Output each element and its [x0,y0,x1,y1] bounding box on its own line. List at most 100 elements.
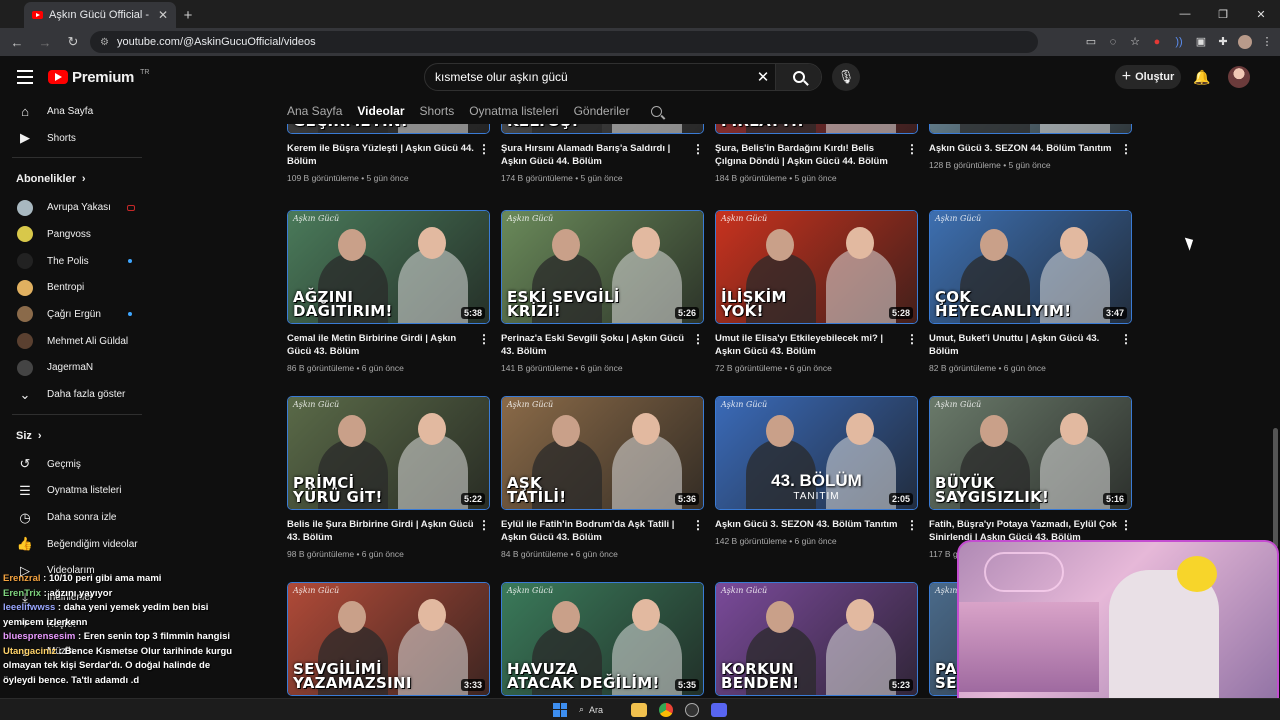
video-thumbnail[interactable]: Aşkın Gücü PRİMCİ YÜRÜ GİT! 5:22 [287,396,490,510]
more-options-icon[interactable]: ⋮ [906,332,918,346]
sidebar-item[interactable]: ▶ Shorts [0,125,154,152]
video-thumbnail[interactable]: Aşkın Gücü HAVUZA ATACAK DEĞİLİM! 5:35 [501,582,704,696]
bookmark-star-icon[interactable]: ☆ [1128,35,1142,49]
video-thumbnail[interactable]: Aşkın GücüFIRLATTI! [715,124,918,134]
browser-tab[interactable]: Aşkın Gücü Official - YouTube ✕ [24,2,176,28]
channel-search-icon[interactable] [650,105,662,117]
video-card[interactable]: Aşkın Gücü ÇOK HEYECANLIYIM! 3:47 Umut, Buk… [929,210,1132,373]
youtube-logo[interactable]: Premium TR [48,69,149,86]
sidebar-channel[interactable]: Bentropi [0,274,154,301]
menu-icon[interactable] [17,70,33,84]
video-title[interactable]: Aşkın Gücü 3. SEZON 43. Bölüm Tanıtım [715,518,904,531]
video-card[interactable]: Aşkın Gücü İLİŞKİM YOK! 5:28 Umut ile Elisa… [715,210,918,373]
tab-ana-sayfa[interactable]: Ana Sayfa [287,104,342,118]
video-card[interactable]: Aşkın Gücü BÜYÜK SAYGISIZLIK! 5:16 Fatih, B… [929,396,1132,559]
obs-icon[interactable] [685,702,699,717]
video-thumbnail[interactable]: Aşkın Gücü KORKUN BENDEN! 5:23 [715,582,918,696]
video-card[interactable]: Aşkın Gücü PRİMCİ YÜRÜ GİT! 5:22 Belis ile … [287,396,490,559]
back-button[interactable]: ← [6,35,28,50]
restore-button[interactable]: ❐ [1204,8,1242,21]
more-options-icon[interactable]: ⋮ [906,518,918,532]
sidebar-channel[interactable]: JagermaN [0,355,154,382]
taskbar-search[interactable]: ⌕ Ara [579,704,619,715]
tab-gönderiler[interactable]: Gönderiler [574,104,630,118]
more-options-icon[interactable]: ⋮ [1120,518,1132,532]
sidebar-channel[interactable]: Çağrı Ergün [0,301,154,328]
you-header[interactable]: Siz › [0,421,154,451]
minimize-button[interactable]: — [1166,8,1204,20]
more-options-icon[interactable]: ⋮ [906,142,918,156]
sidebar-item[interactable]: 👍 Beğendiğim videolar [0,531,154,558]
clear-search-icon[interactable]: ✕ [751,68,775,86]
file-explorer-icon[interactable] [631,702,647,717]
more-options-icon[interactable]: ⋮ [692,518,704,532]
sidebar-item[interactable]: ◷ Daha sonra izle [0,504,154,531]
tab-close-icon[interactable]: ✕ [158,8,168,22]
subscriptions-header[interactable]: Abonelikler › [0,164,154,194]
more-options-icon[interactable]: ⋮ [478,518,490,532]
account-avatar[interactable] [1228,66,1250,88]
more-options-icon[interactable]: ⋮ [478,142,490,156]
reload-button[interactable]: ↻ [62,34,84,50]
close-window-button[interactable]: ✕ [1242,8,1280,21]
extension-sound-icon[interactable]: )) [1172,35,1186,49]
forward-button[interactable]: → [34,35,56,50]
more-options-icon[interactable]: ⋮ [478,332,490,346]
cast-icon[interactable]: ▭ [1084,35,1098,49]
video-thumbnail[interactable]: Aşkın Gücü AŞK TATİLİ! 5:36 [501,396,704,510]
tab-videolar[interactable]: Videolar [357,104,404,118]
tab-shorts[interactable]: Shorts [420,104,455,118]
video-card[interactable]: Aşkın Gücü HAVUZA ATACAK DEĞİLİM! 5:35 [501,582,704,696]
site-info-icon[interactable]: ⚙ [100,37,109,48]
sidebar-item[interactable]: ☰ Oynatma listeleri [0,478,154,505]
video-thumbnail[interactable]: Aşkın Gücü İLİŞKİM YOK! 5:28 [715,210,918,324]
extensions-puzzle-icon[interactable]: ✚ [1216,35,1230,49]
discord-icon[interactable] [711,702,727,717]
video-card[interactable]: Aşkın GücüGEÇİRMEYİN! Kerem ile Büşra Yüz… [287,124,490,183]
video-card[interactable]: Aşkın Gücü AĞZINI DAĞITIRIM! 5:38 Cemal ile… [287,210,490,373]
sidebar-channel[interactable]: The Polis [0,248,154,275]
start-windows-icon[interactable] [553,702,567,717]
video-card[interactable]: Aşkın GücüFIRLATTI! Şura, Belis'in Bardağ… [715,124,918,183]
sidebar-channel[interactable]: Avrupa Yakası [0,194,154,221]
video-thumbnail[interactable]: Aşkın Gücü SEVGİLİMİ YAZAMAZSINI 3:33 [287,582,490,696]
video-title[interactable]: Perinaz'a Eski Sevgili Şoku | Aşkın Gücü… [501,332,690,358]
eye-off-icon[interactable]: ◌ [1106,35,1120,49]
more-options-icon[interactable]: ⋮ [1120,142,1132,156]
video-title[interactable]: Şura, Belis'in Bardağını Kırdı! Belis Çı… [715,142,904,168]
search-input[interactable]: kısmetse olur aşkın gücü [425,70,751,84]
new-tab-button[interactable]: + [176,2,200,28]
video-card[interactable]: Aşkın Gücü Aşkın Gücü 3. SEZON 44. Bölüm … [929,124,1132,170]
video-title[interactable]: Eylül ile Fatih'in Bodrum'da Aşk Tatili … [501,518,690,544]
create-button[interactable]: + Oluştur [1115,65,1181,89]
more-options-icon[interactable]: ⋮ [692,332,704,346]
extension-box-icon[interactable]: ▣ [1194,35,1208,49]
video-title[interactable]: Umut, Buket'i Unuttu | Aşkın Gücü 43. Bö… [929,332,1118,358]
tab-oynatma-listeleri[interactable]: Oynatma listeleri [469,104,558,118]
show-more-button[interactable]: ⌄ Daha fazla göster [0,381,154,408]
video-card[interactable]: Aşkın Gücü SEVGİLİMİ YAZAMAZSINI 3:33 [287,582,490,696]
more-options-icon[interactable]: ⋮ [1120,332,1132,346]
video-card[interactable]: Aşkın Gücü AŞK TATİLİ! 5:36 Eylül ile Fatih… [501,396,704,559]
video-card[interactable]: Aşkın Gücü KORKUN BENDEN! 5:23 [715,582,918,696]
extension-red-icon[interactable]: ● [1150,35,1164,49]
video-thumbnail[interactable]: Aşkın Gücü ESKİ SEVGİLİ KRİZİ! 5:26 [501,210,704,324]
video-title[interactable]: Belis ile Şura Birbirine Girdi | Aşkın G… [287,518,476,544]
voice-search-icon[interactable]: 🎙 [832,63,860,91]
address-bar[interactable]: ⚙ youtube.com/@AskinGucuOfficial/videos [90,31,1038,53]
browser-menu-icon[interactable]: ⋮ [1260,35,1274,49]
search-button[interactable] [775,64,821,90]
video-title[interactable]: Şura Hırsını Alamadı Barış'a Saldırdı | … [501,142,690,168]
video-thumbnail[interactable]: Aşkın Gücü 43. BÖLÜM TANITIM 2:05 [715,396,918,510]
video-card[interactable]: Aşkın Gücü 43. BÖLÜM TANITIM 2:05 Aşkın Gücü… [715,396,918,546]
video-thumbnail[interactable]: Aşkın Gücü BÜYÜK SAYGISIZLIK! 5:16 [929,396,1132,510]
profile-icon[interactable] [1238,35,1252,49]
notifications-bell-icon[interactable]: 🔔 [1193,69,1210,86]
video-thumbnail[interactable]: Aşkın GücüGEÇİRMEYİN! [287,124,490,134]
video-thumbnail[interactable]: Aşkın Gücü ÇOK HEYECANLIYIM! 3:47 [929,210,1132,324]
more-options-icon[interactable]: ⋮ [692,142,704,156]
video-thumbnail[interactable]: Aşkın Gücü AĞZINI DAĞITIRIM! 5:38 [287,210,490,324]
page-scrollbar[interactable] [1273,428,1278,548]
video-card[interactable]: Aşkın GücüKELTOŞ! Şura Hırsını Alamadı Ba… [501,124,704,183]
video-thumbnail[interactable]: Aşkın Gücü [929,124,1132,134]
